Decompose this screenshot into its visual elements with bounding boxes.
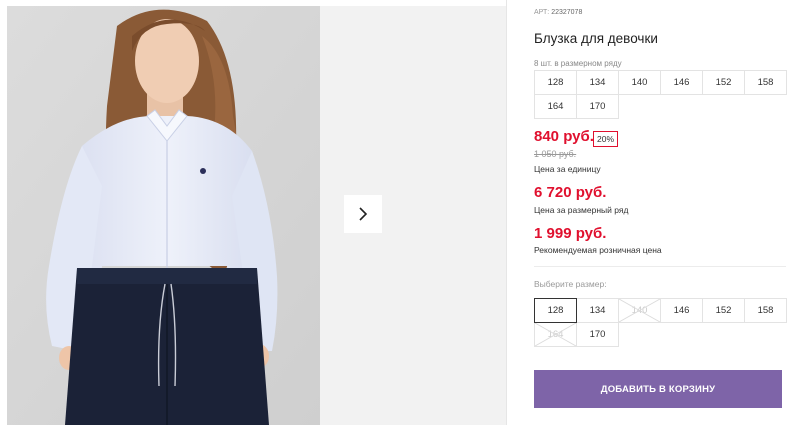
- size-option-140: 140: [618, 298, 661, 323]
- size-option-170[interactable]: 170: [576, 322, 619, 347]
- article-value: 22327078: [551, 9, 583, 16]
- article-prefix: АРТ:: [534, 9, 550, 16]
- girl-in-blouse-image: [7, 6, 320, 425]
- add-to-cart-button[interactable]: ДОБАВИТЬ В КОРЗИНУ: [534, 370, 782, 408]
- pack-size-item: 128: [534, 70, 577, 95]
- size-option-152[interactable]: 152: [702, 298, 745, 323]
- pack-size-item: 134: [576, 70, 619, 95]
- pack-price-label: Цена за размерный ряд: [534, 205, 629, 215]
- section-divider: [534, 266, 786, 267]
- rrp-price: 1 999 руб.: [534, 225, 607, 242]
- size-selector: 128 134 140 146 152 158 164 170: [534, 298, 787, 347]
- pack-size-grid: 128 134 140 146 152 158 164 170: [534, 70, 787, 119]
- pack-size-label: 8 шт. в размерном ряду: [534, 59, 622, 68]
- size-option-164: 164: [534, 322, 577, 347]
- gallery-next-button[interactable]: [344, 195, 382, 233]
- product-photo[interactable]: [7, 6, 320, 425]
- product-title: Блузка для девочки: [534, 31, 658, 46]
- size-option-146[interactable]: 146: [660, 298, 703, 323]
- pack-price: 6 720 руб.: [534, 184, 607, 201]
- article-number: АРТ: 22327078: [534, 9, 582, 16]
- unavailable-cross-icon: [619, 299, 660, 322]
- size-option-158[interactable]: 158: [744, 298, 787, 323]
- size-option-128[interactable]: 128: [534, 298, 577, 323]
- pack-size-item: 140: [618, 70, 661, 95]
- size-option-134[interactable]: 134: [576, 298, 619, 323]
- pack-size-item: 146: [660, 70, 703, 95]
- pack-size-item: 164: [534, 94, 577, 119]
- unavailable-cross-icon: [535, 323, 576, 346]
- choose-size-label: Выберите размер:: [534, 279, 607, 289]
- pack-size-item: 152: [702, 70, 745, 95]
- chevron-right-icon: [359, 207, 368, 221]
- column-divider: [506, 0, 507, 425]
- rrp-price-label: Рекомендуемая розничная цена: [534, 245, 662, 255]
- unit-price-label: Цена за единицу: [534, 164, 601, 174]
- discount-badge: 20%: [593, 131, 619, 147]
- old-price: 1 050 руб.: [534, 149, 577, 159]
- unit-price: 840 руб.: [534, 128, 594, 145]
- pack-size-item: 158: [744, 70, 787, 95]
- pack-size-item: 170: [576, 94, 619, 119]
- product-gallery: [7, 6, 506, 425]
